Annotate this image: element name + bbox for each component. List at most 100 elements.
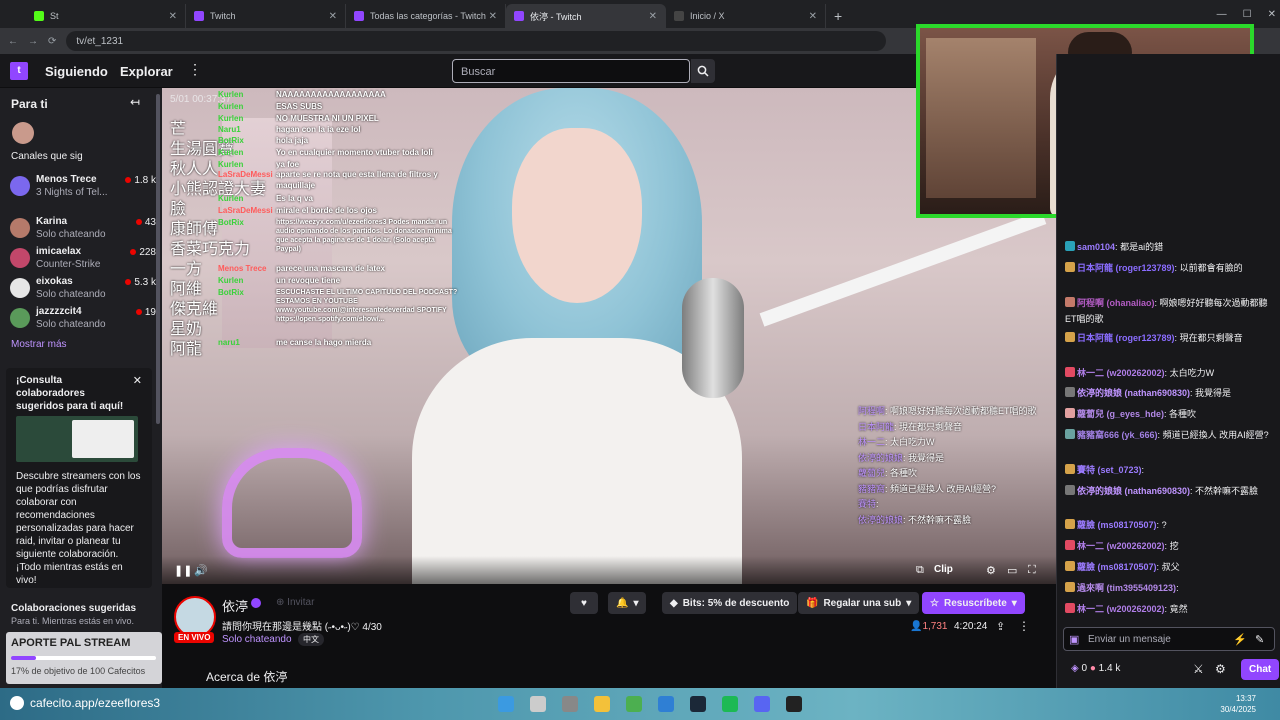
x-icon	[674, 11, 684, 21]
edge-icon[interactable]	[658, 696, 674, 712]
badge-icon	[1065, 297, 1075, 307]
notifications-button[interactable]: 🔔 ▾	[608, 592, 647, 614]
donation-goal-title: APORTE PAL STREAM	[11, 637, 131, 649]
share-icon[interactable]: ⇪	[996, 620, 1005, 633]
fullscreen-icon[interactable]: ⛶	[1028, 564, 1036, 577]
sidebar-channel[interactable]: Karina Solo chateando 43	[8, 214, 156, 242]
emote-icon[interactable]: ✎	[1255, 633, 1264, 646]
more-options-icon[interactable]: ⋮	[1018, 619, 1030, 633]
more-menu-icon[interactable]: ⋮	[188, 61, 202, 78]
search-icon	[697, 65, 709, 77]
task-view-icon[interactable]	[562, 696, 578, 712]
badge-icon	[1065, 241, 1075, 251]
steam-icon[interactable]	[690, 696, 706, 712]
chat-message: 林一二 (w200262002): 竟然	[1065, 602, 1275, 618]
collapse-sidebar-icon[interactable]: ↤	[130, 95, 140, 109]
discord-icon[interactable]	[754, 696, 770, 712]
heart-icon: ♥	[581, 597, 587, 609]
obs-icon[interactable]	[786, 696, 802, 712]
search-button[interactable]	[691, 59, 715, 83]
taskbar-apps	[498, 696, 802, 712]
start-icon[interactable]	[498, 696, 514, 712]
channel-name[interactable]: 依渟	[222, 596, 248, 615]
twitch-icon	[194, 11, 204, 21]
show-more-link[interactable]: Mostrar más	[11, 339, 67, 350]
live-badge: EN VIVO	[174, 632, 215, 643]
close-icon[interactable]: ✕	[489, 11, 497, 22]
spotify-icon[interactable]	[722, 696, 738, 712]
forward-icon[interactable]: →	[28, 36, 38, 47]
twitch-logo-icon[interactable]: t	[10, 62, 28, 80]
chat-message: 阿程啊 (ohanaliao): 啊娘嗯好好聽每次過動都聽ET唱的歌	[1065, 297, 1268, 324]
gift-sub-button[interactable]: 🎁 Regalar una sub ▾	[798, 592, 920, 614]
clip-button[interactable]: Clip	[934, 564, 953, 575]
bits-discount-button[interactable]: ◆ Bits: 5% de descuento	[662, 592, 798, 614]
channel-avatar	[10, 218, 30, 238]
close-icon[interactable]: ✕	[649, 11, 657, 22]
chat-message: 日本阿龍 (roger123789): 以前都會有臉的	[1065, 261, 1275, 277]
tab-x[interactable]: Inicio / X ✕	[666, 4, 826, 28]
mod-icon[interactable]: ⚔	[1193, 662, 1204, 676]
sidebar-channel[interactable]: jazzzzcit4 Solo chateando 19	[8, 304, 156, 332]
follow-heart-button[interactable]: ♥	[570, 592, 598, 614]
search-input[interactable]: Buscar	[452, 59, 690, 83]
streamer-face	[512, 128, 642, 303]
twitch-icon	[354, 11, 364, 21]
nav-following[interactable]: Siguiendo	[45, 64, 108, 79]
stream-category[interactable]: Solo chateando	[222, 634, 292, 645]
chat-send-button[interactable]: Chat	[1241, 659, 1280, 680]
in-video-chat-line: 林一二: 太白吃力W	[858, 437, 935, 447]
file-explorer-icon[interactable]	[594, 696, 610, 712]
badge-icon	[1065, 464, 1075, 474]
sidebar-scrollbar[interactable]	[156, 94, 160, 424]
stream-info: EN VIVO 依渟 ⊕ Invitar 請問你現在那邊是幾點 (˶•ᴗ•˶)♡…	[162, 584, 1056, 688]
close-window-icon[interactable]: ✕	[1268, 9, 1276, 20]
in-video-chat-line: 賽特:	[858, 499, 879, 509]
url-field[interactable]: tv/et_1231	[66, 31, 887, 51]
screen: St ✕ Twitch ✕ Todas las categorías - Twi…	[0, 0, 1280, 720]
maximize-icon[interactable]: ☐	[1243, 9, 1252, 20]
avatar[interactable]	[12, 122, 34, 144]
card-description: Descubre streamers con los que podrías d…	[16, 471, 141, 586]
collab-suggestion-card: ¡Consulta colaboradores sugeridos para t…	[6, 368, 152, 588]
chat-badge-icon[interactable]: ▣	[1069, 633, 1079, 646]
sidebar-channel[interactable]: imicaelax Counter-Strike 228	[8, 244, 156, 272]
nav-explore[interactable]: Explorar	[120, 64, 173, 79]
close-icon[interactable]: ✕	[169, 11, 177, 22]
language-tag[interactable]: 中文	[298, 633, 324, 646]
reload-icon[interactable]: ⟳	[48, 36, 56, 47]
sidebar-channel[interactable]: eixokas Solo chateando 5.3 k	[8, 274, 156, 302]
chat-settings-icon[interactable]: ⚙	[1215, 662, 1226, 676]
search-icon[interactable]	[530, 696, 546, 712]
resubscribe-button[interactable]: ☆ Resuscríbete ▾	[922, 592, 1025, 614]
invite-button[interactable]: ⊕ Invitar	[276, 597, 314, 608]
close-icon[interactable]: ✕	[329, 11, 337, 22]
channel-points[interactable]: ◈ 0 ● 1.4 k	[1071, 663, 1120, 674]
in-video-chat: 阿程啊: 啊娘嗯好好聽每次過動都聽ET唱的歌 日本阿龍: 現在都只剩聲音 林一二…	[858, 404, 1050, 528]
minimize-icon[interactable]: —	[1217, 9, 1227, 20]
microphone	[682, 278, 744, 398]
clip-icon[interactable]: ⧉	[916, 564, 924, 577]
sidebar-channel[interactable]: Menos Trece 3 Nights of Tel... 1.8 k	[8, 172, 156, 200]
chat-message: 蘿臉 (ms08170507): ?	[1065, 518, 1275, 534]
pause-icon[interactable]: ❚❚	[174, 564, 192, 577]
new-tab-button[interactable]: +	[834, 8, 842, 24]
tab-channel[interactable]: 依渟 - Twitch ✕	[506, 4, 666, 28]
close-icon[interactable]: ✕	[809, 11, 817, 22]
tab-categories[interactable]: Todas las categorías - Twitch ✕	[346, 4, 506, 28]
gift-icon: 🎁	[806, 597, 819, 609]
badge-icon	[1065, 429, 1075, 439]
chat-message: 豬豬窩666 (yk_666): 頻道已經換人 改用AI經營?	[1065, 428, 1275, 444]
close-icon[interactable]: ✕	[133, 374, 142, 387]
settings-gear-icon[interactable]: ⚙	[986, 564, 996, 577]
in-video-chat-line: 蘿蔔兒: 各種吹	[858, 468, 918, 478]
chrome-icon[interactable]	[626, 696, 642, 712]
tab-twitch[interactable]: Twitch ✕	[186, 4, 346, 28]
cafecito-icon	[10, 696, 24, 710]
back-icon[interactable]: ←	[8, 36, 18, 47]
cheer-icon[interactable]: ⚡	[1233, 633, 1247, 646]
volume-icon[interactable]: 🔊	[194, 564, 208, 577]
theatre-mode-icon[interactable]: ▭	[1007, 564, 1017, 577]
system-clock[interactable]: 13:37 30/4/2025	[1220, 693, 1256, 715]
tab-kick[interactable]: St ✕	[26, 4, 186, 28]
